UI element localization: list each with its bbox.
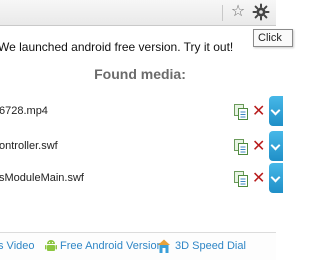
found-media-title: Found media: [94,66,186,82]
media-file-name[interactable]: sModuleMain.swf [0,172,84,184]
media-item: 6728.mp4 ✕ [0,96,283,126]
media-item: sModuleMain.swf ✕ [0,163,283,193]
download-button[interactable] [269,131,283,161]
delete-icon[interactable]: ✕ [252,103,265,119]
announcement-text: We launched android free version. Try it… [0,40,234,54]
download-button[interactable] [269,163,283,193]
check-icon [270,140,281,151]
check-icon [270,105,281,116]
popup-footer: s Video Free Android Version 3D Speed Di… [0,232,276,260]
download-button[interactable] [269,96,283,126]
copy-icon[interactable] [234,104,248,120]
video-link[interactable]: s Video [0,240,35,252]
toolbar-separator [222,5,223,21]
media-file-name[interactable]: 6728.mp4 [0,105,48,117]
android-version-link[interactable]: Free Android Version [60,240,163,252]
gear-icon[interactable] [252,3,270,21]
copy-icon[interactable] [234,139,248,155]
android-icon [45,239,57,253]
media-file-name[interactable]: ontroller.swf [0,140,58,152]
delete-icon[interactable]: ✕ [252,170,265,186]
tooltip: Click [253,29,293,47]
browser-toolbar: ☆ [0,0,276,26]
speed-dial-link[interactable]: 3D Speed Dial [175,240,246,252]
copy-icon[interactable] [234,171,248,187]
speed-dial-icon [157,238,171,254]
media-item: ontroller.swf ✕ [0,131,283,161]
check-icon [270,172,281,183]
delete-icon[interactable]: ✕ [252,138,265,154]
star-icon[interactable]: ☆ [229,1,247,21]
